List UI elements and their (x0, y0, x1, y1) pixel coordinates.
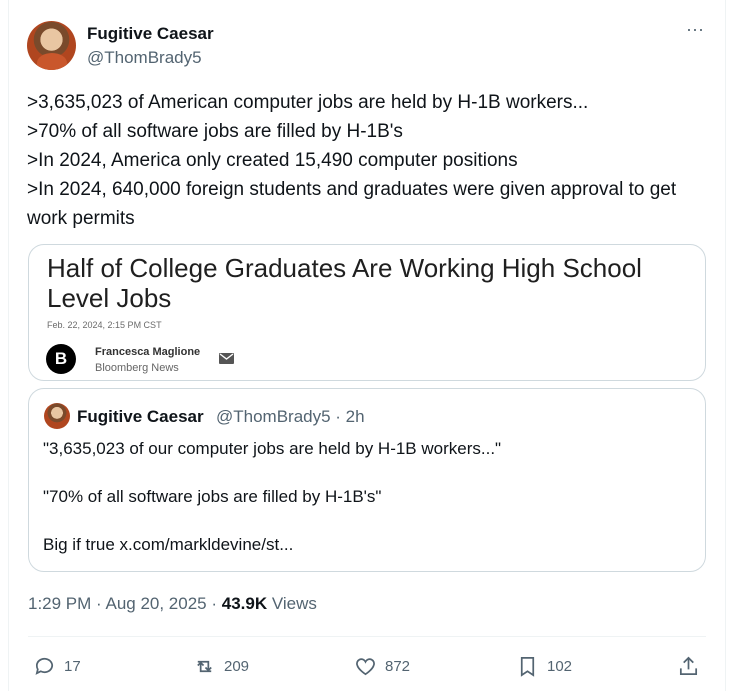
share-icon (679, 656, 698, 675)
more-icon[interactable]: ··· (683, 20, 707, 42)
tweet-text: >3,635,023 of American computer jobs are… (27, 88, 717, 233)
views-count: 43.9K (221, 594, 268, 613)
tweet-time[interactable]: 1:29 PM · Aug 20, 2025 · (28, 594, 222, 613)
views-label: Views (267, 594, 317, 613)
author-display-name[interactable]: Fugitive Caesar (87, 24, 214, 44)
reply-icon (35, 657, 54, 675)
article-author-name: Francesca Maglione (95, 346, 201, 358)
article-link-card[interactable]: Half of College Graduates Are Working Hi… (28, 244, 706, 381)
avatar[interactable] (27, 21, 76, 70)
tweet-timestamp: 1:29 PM · Aug 20, 2025 · 43.9K Views (28, 594, 317, 614)
bookmark-count: 102 (547, 657, 573, 675)
bookmark-icon (520, 656, 535, 677)
quoted-line: "70% of all software jobs are filled by … (43, 487, 382, 506)
like-icon (356, 657, 375, 675)
mail-icon (219, 353, 234, 364)
quoted-meta: @ThomBrady5 · 2h (216, 407, 365, 426)
author-handle[interactable]: @ThomBrady5 (87, 48, 202, 68)
like-count: 872 (385, 657, 411, 675)
share-button[interactable] (677, 654, 708, 678)
repost-button[interactable]: 209 (193, 654, 249, 678)
tweet-line: >3,635,023 of American computer jobs are… (27, 92, 589, 113)
repost-count: 209 (224, 657, 250, 675)
quoted-line: Big if true x.com/markldevine/st... (43, 535, 294, 554)
repost-icon (197, 660, 212, 672)
tweet-line: >In 2024, 640,000 foreign students and g… (27, 179, 677, 229)
quoted-avatar (44, 403, 70, 429)
quoted-tweet[interactable]: Fugitive Caesar @ThomBrady5 · 2h "3,635,… (28, 388, 706, 572)
like-button[interactable]: 872 (354, 654, 410, 678)
article-date: Feb. 22, 2024, 2:15 PM CST (47, 320, 162, 330)
tweet-line: >70% of all software jobs are filled by … (27, 121, 403, 142)
quoted-text: "3,635,023 of our computer jobs are held… (43, 437, 693, 581)
quoted-display-name: Fugitive Caesar (77, 407, 204, 426)
bookmark-button[interactable]: 102 (516, 654, 572, 678)
article-headline: Half of College Graduates Are Working Hi… (47, 253, 642, 313)
reply-button[interactable]: 17 (33, 654, 81, 678)
tweet-line: >In 2024, America only created 15,490 co… (27, 150, 518, 171)
reply-count: 17 (64, 657, 81, 675)
divider (28, 636, 706, 637)
bloomberg-logo: B (46, 344, 76, 374)
article-author-org: Bloomberg News (95, 362, 179, 374)
quoted-line: "3,635,023 of our computer jobs are held… (43, 439, 502, 458)
